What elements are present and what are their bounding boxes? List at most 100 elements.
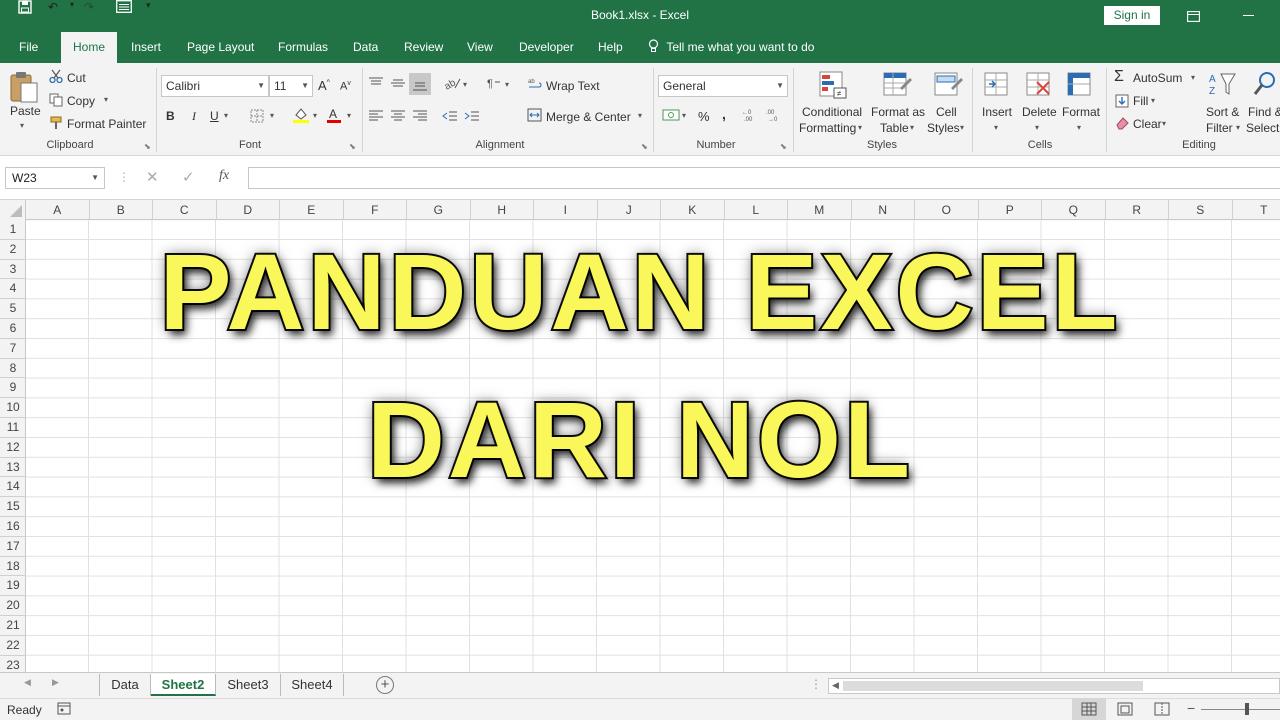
row-header[interactable]: 18 xyxy=(0,557,26,577)
fill-button[interactable]: Fill xyxy=(1133,94,1148,108)
autosum-dropdown-icon[interactable]: ▾ xyxy=(1191,73,1195,82)
column-header[interactable]: B xyxy=(90,200,153,220)
column-header[interactable]: T xyxy=(1233,200,1280,220)
tab-insert[interactable]: Insert xyxy=(122,32,170,63)
cell-styles-line2[interactable]: Styles xyxy=(927,121,960,135)
italic-button[interactable]: I xyxy=(192,109,196,124)
column-header[interactable]: P xyxy=(979,200,1042,220)
chevron-down-icon[interactable]: ▼ xyxy=(91,168,99,188)
sheet-tab-sheet2[interactable]: Sheet2 xyxy=(151,674,216,696)
merge-dropdown-icon[interactable]: ▾ xyxy=(638,111,642,120)
sort-filter-line1[interactable]: Sort & xyxy=(1206,105,1239,119)
sort-filter-line2[interactable]: Filter xyxy=(1206,121,1233,135)
paste-icon[interactable] xyxy=(8,70,42,106)
wrap-text-button[interactable]: Wrap Text xyxy=(546,79,600,93)
conditional-formatting-line2[interactable]: Formatting xyxy=(799,121,856,135)
borders-dropdown-icon[interactable]: ▾ xyxy=(270,111,274,120)
column-header[interactable]: G xyxy=(407,200,471,220)
font-name-combo[interactable]: Calibri ▼ xyxy=(161,75,269,97)
font-size-combo[interactable]: 11 ▼ xyxy=(269,75,313,97)
find-select-line2[interactable]: Select xyxy=(1246,121,1279,135)
scroll-left-icon[interactable]: ◀ xyxy=(832,680,839,691)
ribbon-display-options-icon[interactable] xyxy=(1170,0,1216,32)
format-painter-button[interactable]: Format Painter xyxy=(67,117,146,131)
sign-in-button[interactable]: Sign in xyxy=(1104,6,1160,25)
column-header[interactable]: E xyxy=(280,200,344,220)
bottom-align-icon[interactable] xyxy=(409,73,431,95)
enter-icon[interactable]: ✓ xyxy=(182,168,195,186)
paste-button[interactable]: Paste xyxy=(10,104,41,118)
tell-me-search[interactable]: Tell me what you want to do xyxy=(648,32,814,63)
column-header[interactable]: H xyxy=(471,200,534,220)
increase-font-size-icon[interactable]: A^ xyxy=(318,78,330,93)
zoom-slider-track[interactable] xyxy=(1201,709,1280,710)
delete-cells-button[interactable]: Delete xyxy=(1022,105,1057,119)
page-layout-view-icon[interactable] xyxy=(1117,702,1133,719)
macro-recorder-icon[interactable] xyxy=(57,702,71,718)
borders-icon[interactable] xyxy=(250,109,264,126)
row-header[interactable]: 16 xyxy=(0,517,26,537)
increase-decimal-icon[interactable]: ←0.00 xyxy=(742,108,762,125)
scrollbar-thumb[interactable] xyxy=(843,681,1143,691)
merge-center-button[interactable]: Merge & Center xyxy=(546,110,631,124)
underline-button[interactable]: U xyxy=(210,109,219,123)
row-header[interactable]: 19 xyxy=(0,576,26,597)
name-box[interactable]: W23 ▼ xyxy=(5,167,105,189)
format-as-table-line1[interactable]: Format as xyxy=(871,105,925,119)
font-launcher-icon[interactable]: ⬊ xyxy=(349,142,356,151)
column-header[interactable]: M xyxy=(788,200,852,220)
column-header[interactable]: J xyxy=(598,200,661,220)
sheet-tab-data[interactable]: Data xyxy=(100,674,151,696)
copy-button[interactable]: Copy xyxy=(67,94,95,108)
paragraph-direction-icon[interactable]: ¶ xyxy=(485,76,501,93)
column-header[interactable]: O xyxy=(915,200,979,220)
column-header[interactable]: N xyxy=(852,200,915,220)
decrease-decimal-icon[interactable]: .00 →0 xyxy=(766,108,786,125)
number-launcher-icon[interactable]: ⬊ xyxy=(780,142,787,151)
number-format-combo[interactable]: General ▼ xyxy=(658,75,788,97)
column-header[interactable]: F xyxy=(344,200,407,220)
underline-dropdown-icon[interactable]: ▾ xyxy=(224,111,228,120)
normal-view-button[interactable] xyxy=(1072,698,1106,720)
decrease-indent-icon[interactable] xyxy=(442,109,458,126)
clear-button[interactable]: Clear xyxy=(1133,117,1162,131)
format-dropdown-icon[interactable]: ▾ xyxy=(1077,123,1081,132)
insert-dropdown-icon[interactable]: ▾ xyxy=(994,123,998,132)
column-header[interactable]: D xyxy=(217,200,280,220)
align-right-icon[interactable] xyxy=(412,109,428,126)
scroll-sheets-right-icon[interactable]: ▶ xyxy=(52,677,59,688)
comma-style-button[interactable]: , xyxy=(722,106,726,122)
align-left-icon[interactable] xyxy=(368,109,384,126)
tab-developer[interactable]: Developer xyxy=(510,32,583,63)
tab-help[interactable]: Help xyxy=(589,32,632,63)
insert-function-icon[interactable]: fx xyxy=(219,168,229,184)
column-header[interactable]: K xyxy=(661,200,725,220)
tab-data[interactable]: Data xyxy=(344,32,387,63)
conditional-formatting-line1[interactable]: Conditional xyxy=(802,105,862,119)
row-header[interactable]: 17 xyxy=(0,537,26,557)
format-table-dropdown-icon[interactable]: ▾ xyxy=(910,123,914,132)
font-color-dropdown-icon[interactable]: ▾ xyxy=(347,111,351,120)
zoom-out-icon[interactable]: − xyxy=(1187,700,1195,716)
cell-styles-dropdown-icon[interactable]: ▾ xyxy=(960,123,964,132)
paste-dropdown-icon[interactable]: ▾ xyxy=(20,121,24,130)
clipboard-launcher-icon[interactable]: ⬊ xyxy=(144,142,151,151)
bold-button[interactable]: B xyxy=(166,109,175,123)
fill-color-dropdown-icon[interactable]: ▾ xyxy=(313,111,317,120)
formula-input[interactable] xyxy=(248,167,1280,189)
tab-split-handle-icon[interactable]: ⋮ xyxy=(810,677,822,691)
column-header[interactable]: L xyxy=(725,200,788,220)
zoom-slider-thumb[interactable] xyxy=(1245,703,1249,715)
tab-home[interactable]: Home xyxy=(61,32,117,63)
cancel-icon[interactable]: ✕ xyxy=(146,168,159,186)
clear-dropdown-icon[interactable]: ▾ xyxy=(1162,119,1166,128)
column-header[interactable]: A xyxy=(26,200,90,220)
insert-cells-button[interactable]: Insert xyxy=(982,105,1012,119)
row-header[interactable]: 15 xyxy=(0,497,26,517)
autosum-button[interactable]: AutoSum xyxy=(1133,71,1182,85)
scroll-sheets-left-icon[interactable]: ◀ xyxy=(24,677,31,688)
column-header[interactable]: C xyxy=(153,200,217,220)
align-center-icon[interactable] xyxy=(390,109,406,126)
cut-button[interactable]: Cut xyxy=(67,71,86,85)
find-select-line1[interactable]: Find & xyxy=(1248,105,1280,119)
